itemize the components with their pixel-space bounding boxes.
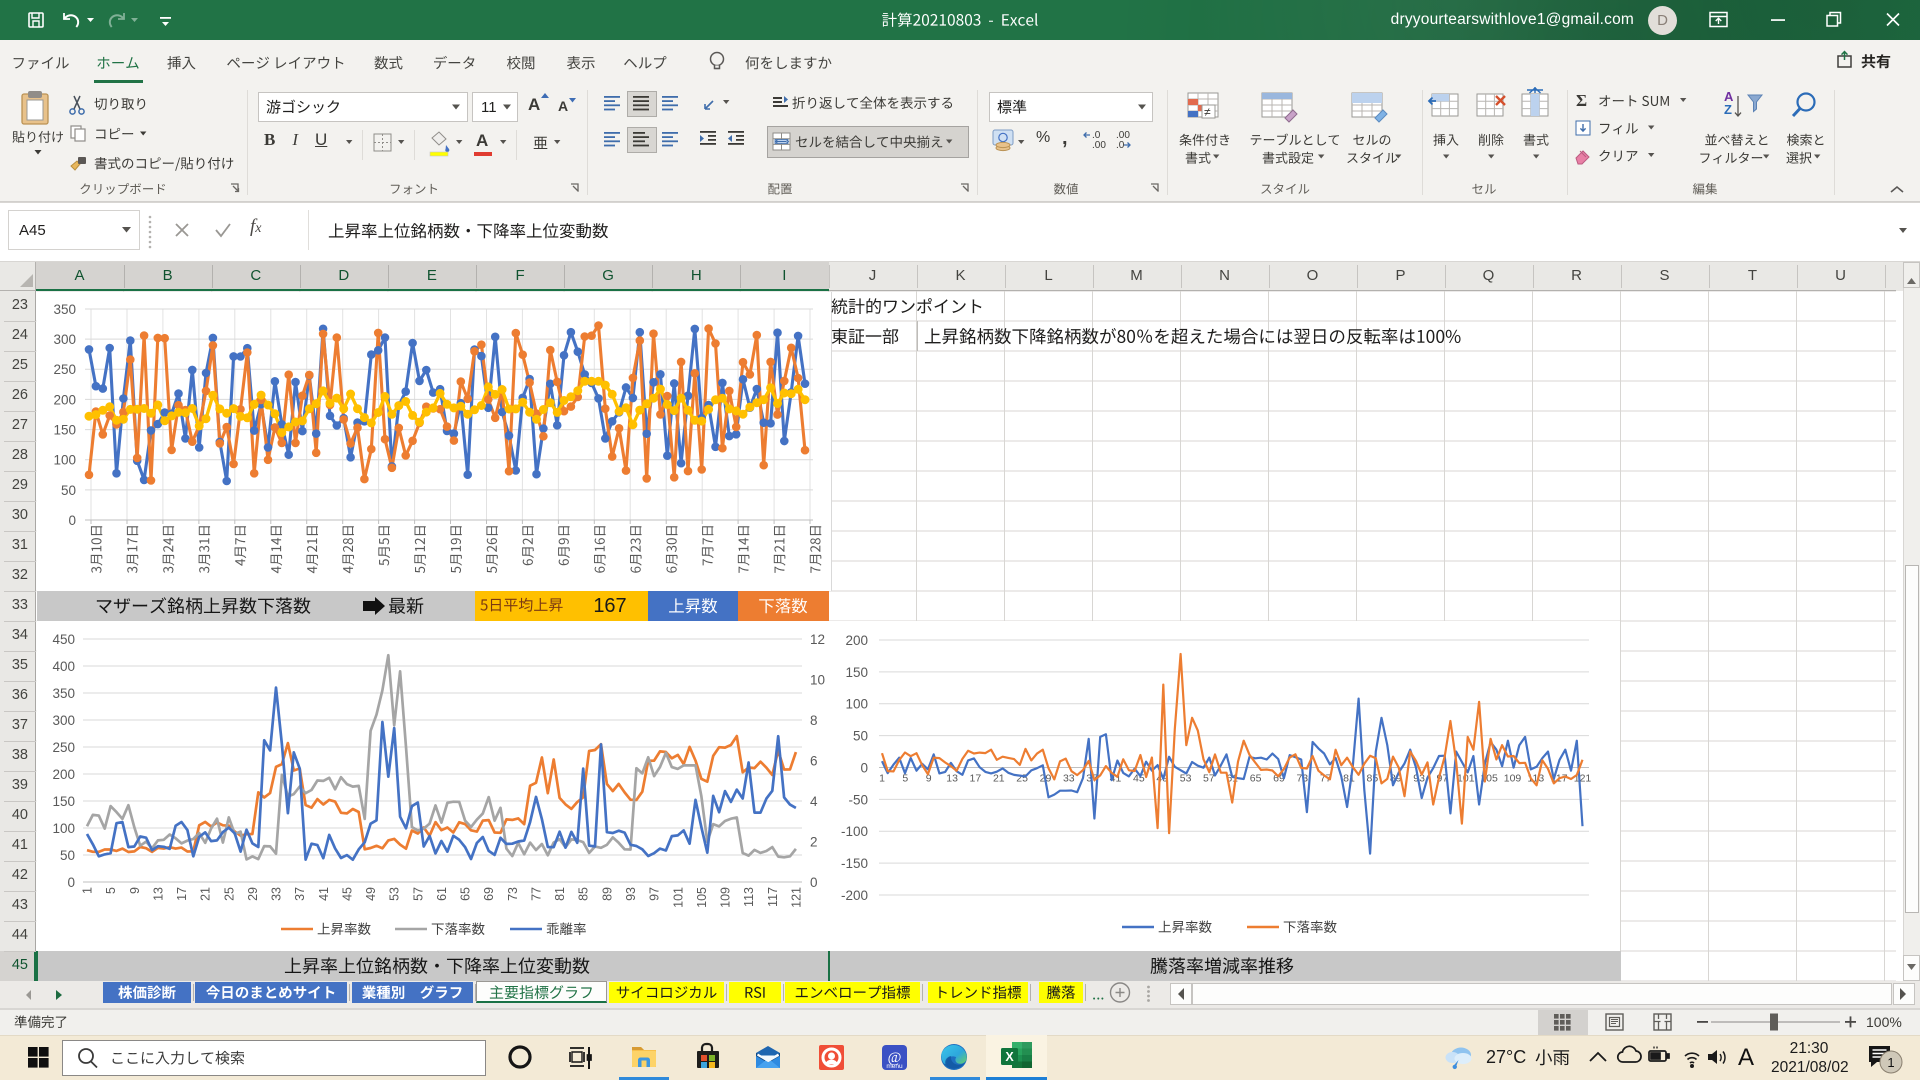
- svg-text:X: X: [1005, 1050, 1014, 1064]
- svg-text:≠: ≠: [1204, 105, 1211, 119]
- svg-text:menu: menu: [886, 1063, 903, 1070]
- svg-text:1: 1: [1887, 1055, 1894, 1070]
